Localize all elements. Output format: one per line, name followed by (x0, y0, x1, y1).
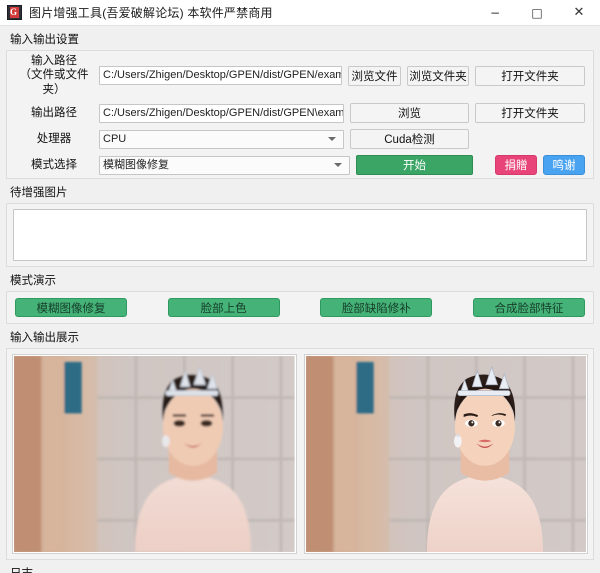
io-settings-box: 输入路径 （文件或文件夹） C:/Users/Zhigen/Desktop/GP… (6, 50, 594, 180)
demo-button-face-colorize[interactable]: 脸部上色 (167, 298, 280, 318)
open-input-folder-button[interactable]: 打开文件夹 (475, 65, 585, 86)
input-image-frame[interactable] (12, 354, 297, 555)
mode-row: 模式选择 模糊图像修复 开始 捐贈 鸣谢 (7, 152, 593, 178)
display-box (6, 348, 594, 561)
browse-file-button[interactable]: 浏览文件 (348, 65, 401, 86)
io-settings-section: 输入输出设置 输入路径 （文件或文件夹） C:/Users/Zhigen/Des… (0, 26, 600, 180)
processor-select[interactable]: CPU (99, 129, 344, 149)
log-label: 日志 (6, 560, 594, 573)
output-photo (305, 356, 586, 553)
processor-value: CPU (103, 132, 127, 145)
input-path-label-sub: （文件或文件夹） (19, 69, 89, 96)
mode-label: 模式选择 (31, 158, 77, 171)
io-settings-label: 输入输出设置 (10, 34, 79, 46)
pending-images-label: 待增强图片 (10, 187, 68, 200)
output-path-label: 输出路径 (31, 106, 77, 119)
cuda-check-button[interactable]: Cuda检测 (350, 129, 469, 150)
input-path-row: 输入路径 （文件或文件夹） C:/Users/Zhigen/Desktop/GP… (7, 51, 593, 100)
open-output-folder-button[interactable]: 打开文件夹 (475, 103, 585, 124)
app-icon-letter: G (9, 7, 17, 17)
minimize-icon[interactable]: − (474, 0, 516, 26)
window-title: 图片增强工具(吾爱破解论坛) 本软件严禁商用 (29, 6, 273, 20)
browse-output-button[interactable]: 浏览 (350, 103, 469, 124)
mode-value: 模糊图像修复 (103, 158, 169, 171)
demo-button-face-inpaint[interactable]: 脸部缺陷修补 (320, 298, 433, 318)
mode-demo-section: 模式演示 模糊图像修复 脸部上色 脸部缺陷修补 合成脸部特征 (0, 267, 600, 325)
app-icon: G (7, 5, 22, 20)
donate-button[interactable]: 捐贈 (495, 155, 537, 176)
display-label: 输入输出展示 (10, 332, 79, 345)
processor-row: 处理器 CPU Cuda检测 (7, 126, 593, 152)
chevron-down-icon (334, 163, 342, 168)
demo-button-face-synthesis[interactable]: 合成脸部特征 (472, 298, 585, 318)
output-path-field[interactable]: C:/Users/Zhigen/Desktop/GPEN/dist/GPEN\e… (99, 103, 344, 123)
chevron-down-icon (328, 137, 336, 142)
input-path-field[interactable]: C:/Users/Zhigen/Desktop/GPEN/dist/GPEN/e… (99, 66, 342, 86)
close-icon[interactable]: ✕ (558, 0, 600, 26)
thanks-button[interactable]: 鸣谢 (543, 155, 585, 176)
display-section: 输入输出展示 (0, 324, 600, 561)
mode-demo-label: 模式演示 (10, 275, 56, 288)
input-path-label: 输入路径 （文件或文件夹） (15, 54, 93, 97)
mode-select[interactable]: 模糊图像修复 (99, 155, 350, 175)
mode-demo-box: 模糊图像修复 脸部上色 脸部缺陷修补 合成脸部特征 (6, 291, 594, 325)
mode-demo-buttons: 模糊图像修复 脸部上色 脸部缺陷修补 合成脸部特征 (7, 292, 593, 323)
pending-images-list[interactable] (13, 209, 587, 262)
demo-button-blur-restore[interactable]: 模糊图像修复 (15, 298, 127, 318)
log-section: 日志 2022-08-25 12:12:30: 开始处理图片：C:/Users/… (0, 560, 600, 573)
input-photo (14, 356, 295, 553)
window-controls: − □ ✕ (474, 0, 600, 26)
output-image-frame[interactable] (303, 354, 588, 555)
input-path-label-main: 输入路径 (31, 55, 77, 67)
output-path-row: 输出路径 C:/Users/Zhigen/Desktop/GPEN/dist/G… (7, 100, 593, 126)
pending-images-section: 待增强图片 (0, 179, 600, 268)
pending-images-box (6, 203, 594, 268)
start-button[interactable]: 开始 (356, 155, 473, 176)
processor-label: 处理器 (36, 132, 72, 145)
title-bar: G 图片增强工具(吾爱破解论坛) 本软件严禁商用 − □ ✕ (0, 0, 600, 26)
browse-folder-button[interactable]: 浏览文件夹 (407, 65, 469, 86)
maximize-icon[interactable]: □ (516, 0, 558, 26)
